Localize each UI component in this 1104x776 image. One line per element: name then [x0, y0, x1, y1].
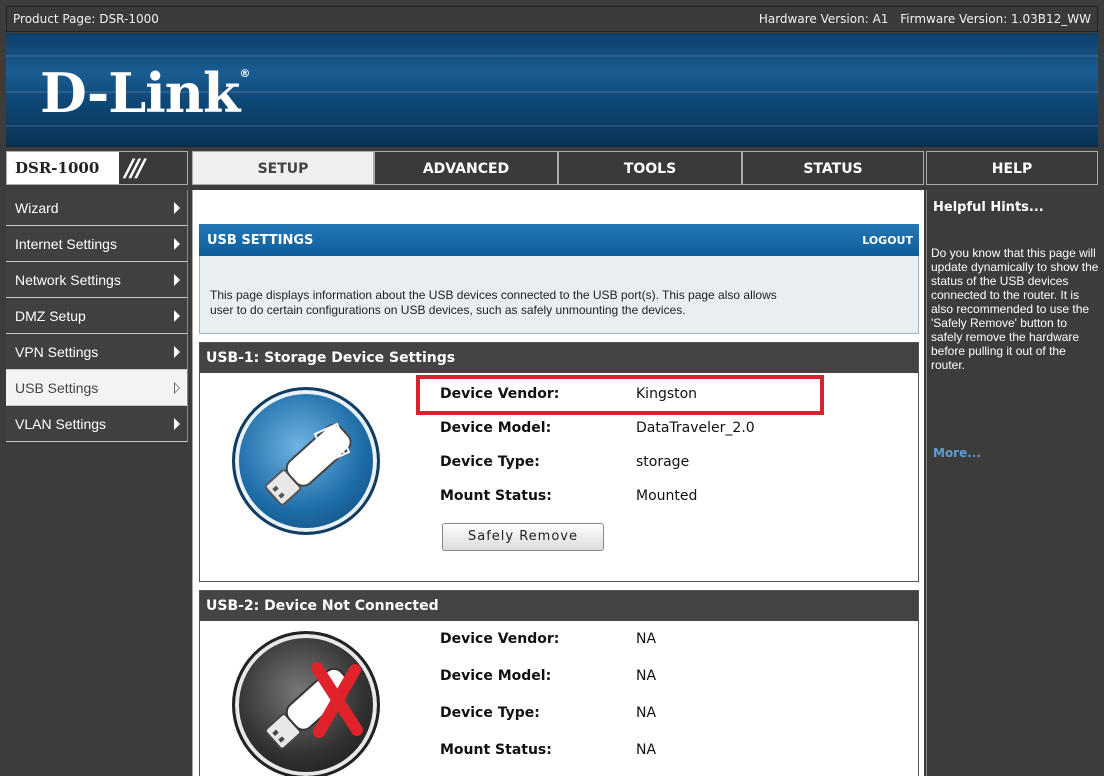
help-title: Helpful Hints... [933, 200, 1044, 215]
field-label: Mount Status: [440, 488, 552, 504]
sidebar-item-label: VLAN Settings [15, 416, 107, 432]
logout-link[interactable]: LOGOUT [862, 234, 913, 247]
sidebar-item-wizard[interactable]: Wizard [6, 190, 188, 226]
firmware-version: Firmware Version: 1.03B12_WW [900, 12, 1091, 26]
chevron-right-icon [174, 382, 180, 394]
sidebar-item-network-settings[interactable]: Network Settings [6, 262, 188, 298]
field-label: Device Model: [440, 420, 552, 436]
sidebar: Wizard Internet Settings Network Setting… [6, 190, 188, 776]
main-content: USB SETTINGS LOGOUT This page displays i… [192, 190, 924, 776]
sidebar-item-label: VPN Settings [15, 344, 99, 360]
sidebar-item-label: USB Settings [15, 380, 99, 396]
field-label: Device Model: [440, 668, 552, 684]
brand-banner: D-Link ® [6, 33, 1098, 147]
usb2-section: USB-2: Device Not Connected Device Vendo… [199, 590, 919, 776]
page-title: USB SETTINGS [207, 233, 314, 248]
field-value: NA [636, 705, 657, 721]
sidebar-item-vpn-settings[interactable]: VPN Settings [6, 334, 188, 370]
sidebar-item-label: Internet Settings [15, 236, 117, 252]
page-description: This page displays information about the… [199, 256, 919, 334]
field-value: Mounted [636, 488, 698, 504]
field-value: NA [636, 668, 657, 684]
main-nav: DSR-1000 /// SETUP ADVANCED TOOLS STATUS… [6, 149, 1098, 187]
field-label: Mount Status: [440, 742, 552, 758]
field-label: Device Vendor: [440, 386, 560, 402]
help-panel: Helpful Hints... Do you know that this p… [926, 190, 1098, 776]
field-value: storage [636, 454, 690, 470]
field-value: NA [636, 631, 657, 647]
sidebar-item-usb-settings[interactable]: USB Settings [6, 370, 188, 406]
slashes-decoration: /// [125, 154, 145, 182]
sidebar-item-label: DMZ Setup [15, 308, 86, 324]
description-line-2: user to do certain configurations on USB… [210, 303, 686, 317]
field-value: DataTraveler_2.0 [636, 420, 755, 436]
usb2-section-title: USB-2: Device Not Connected [200, 591, 918, 621]
usb-settings-header: USB SETTINGS LOGOUT [199, 224, 919, 256]
sidebar-item-dmz-setup[interactable]: DMZ Setup [6, 298, 188, 334]
chevron-right-icon [174, 346, 180, 358]
tab-help[interactable]: HELP [926, 151, 1098, 185]
model-badge: DSR-1000 /// [6, 151, 188, 185]
chevron-right-icon [174, 418, 180, 430]
sidebar-item-label: Network Settings [15, 272, 121, 288]
usb-storage-icon [232, 387, 380, 535]
field-label: Device Type: [440, 705, 540, 721]
sidebar-item-internet-settings[interactable]: Internet Settings [6, 226, 188, 262]
field-value: Kingston [636, 386, 698, 402]
model-label: DSR-1000 [7, 152, 119, 184]
chevron-right-icon [174, 274, 180, 286]
field-value: NA [636, 742, 657, 758]
help-more-link[interactable]: More... [933, 446, 981, 460]
field-label: Device Vendor: [440, 631, 560, 647]
product-page-label: Product Page: DSR-1000 [13, 12, 159, 26]
safely-remove-button[interactable]: Safely Remove [442, 523, 604, 551]
tab-setup[interactable]: SETUP [192, 151, 374, 185]
chevron-right-icon [174, 238, 180, 250]
help-body: Do you know that this page will update d… [931, 246, 1099, 372]
top-info-bar: Product Page: DSR-1000 Hardware Version:… [6, 6, 1098, 32]
usb1-section-title: USB-1: Storage Device Settings [200, 343, 918, 373]
usb-disconnected-icon [232, 631, 380, 776]
field-label: Device Type: [440, 454, 540, 470]
hardware-version: Hardware Version: A1 [758, 12, 889, 26]
sidebar-item-vlan-settings[interactable]: VLAN Settings [6, 406, 188, 442]
dlink-logo[interactable]: D-Link ® [40, 61, 250, 125]
sidebar-item-label: Wizard [15, 200, 59, 216]
description-line-1: This page displays information about the… [210, 288, 777, 302]
usb1-section: USB-1: Storage Device Settings Device Ve… [199, 342, 919, 582]
tab-advanced[interactable]: ADVANCED [374, 151, 558, 185]
chevron-right-icon [174, 202, 180, 214]
tab-tools[interactable]: TOOLS [558, 151, 742, 185]
tab-status[interactable]: STATUS [742, 151, 924, 185]
chevron-right-icon [174, 310, 180, 322]
